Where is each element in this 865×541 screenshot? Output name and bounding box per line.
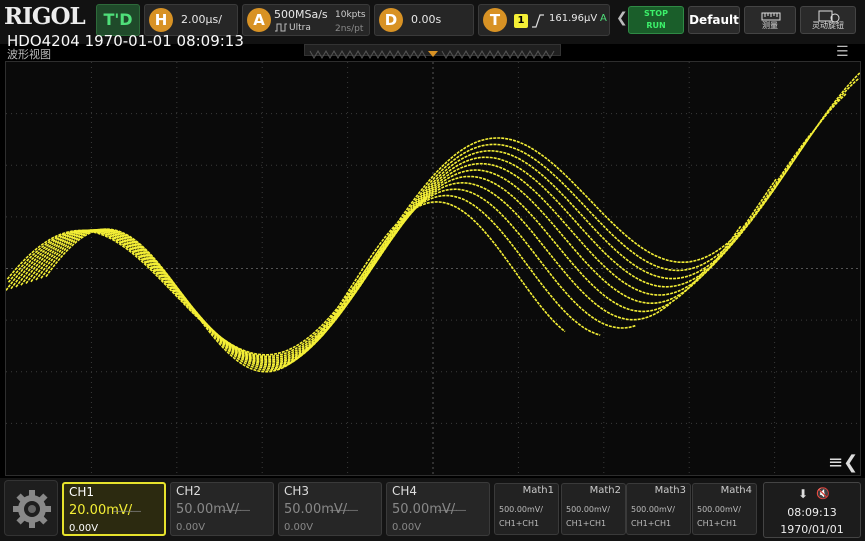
default-button[interactable]: Default xyxy=(688,6,740,34)
channel-1-box[interactable]: CH1 20.00mV/ ――― 0.00V xyxy=(62,482,166,536)
waveform-trace xyxy=(6,92,847,359)
channel-name: CH1 xyxy=(69,485,95,499)
clock-date: 1970/01/01 xyxy=(780,523,844,536)
channel-3-box[interactable]: CH3 50.00mV/ ――― 0.00V xyxy=(278,482,382,536)
coupling-icon: ――― xyxy=(113,506,141,517)
collapse-menu-icon[interactable]: ≡❮ xyxy=(828,452,858,473)
acquire-icon: A xyxy=(247,8,271,32)
gear-icon xyxy=(13,490,51,528)
waveform-trace xyxy=(30,181,672,368)
waveform-trace xyxy=(20,169,742,364)
acquire-mode-icon xyxy=(275,23,287,32)
math-scale: 500.00mV/ xyxy=(631,505,675,514)
run-stop-line1: STOP xyxy=(644,9,668,18)
run-stop-line2: RUN xyxy=(646,21,666,30)
channel-offset: 0.00V xyxy=(69,523,99,534)
speaker-muted-icon[interactable]: 🔇 xyxy=(816,487,830,500)
math-scale: 500.00mV/ xyxy=(566,505,610,514)
run-stop-button[interactable]: STOP RUN xyxy=(628,6,684,34)
channel-4-box[interactable]: CH4 50.00mV/ ――― 0.00V xyxy=(386,482,490,536)
channel-name: CH4 xyxy=(392,484,418,498)
trigger-source-badge: 1 xyxy=(514,14,528,28)
clock-time: 08:09:13 xyxy=(787,506,837,519)
math-source: CH1+CH1 xyxy=(566,519,607,528)
delay-value: 0.00s xyxy=(411,13,442,26)
trigger-icon: T xyxy=(483,8,507,32)
measure-label: 测量 xyxy=(762,21,778,30)
coupling-icon: ――― xyxy=(222,505,250,516)
sample-rate: 500MSa/s xyxy=(274,8,328,21)
knob-label: 灵动旋钮 xyxy=(812,21,844,30)
channel-name: CH3 xyxy=(284,484,310,498)
measure-button[interactable]: 测量 xyxy=(744,6,796,34)
brand-logo: RIGOL xyxy=(4,3,86,30)
horizontal-icon: H xyxy=(149,8,173,32)
trigger-button[interactable]: T 1 161.96μV A xyxy=(478,4,610,36)
knob-button[interactable]: 灵动旋钮 xyxy=(800,6,856,34)
trigger-level: 161.96μV xyxy=(549,13,598,24)
waveform-trace xyxy=(40,194,601,371)
rising-edge-icon xyxy=(532,14,544,28)
math-3-box[interactable]: Math3 500.00mV/ CH1+CH1 xyxy=(626,483,691,535)
sample-interval: 2ns/pt xyxy=(335,24,364,34)
memory-depth: 10kpts xyxy=(335,10,366,20)
bottom-toolbar: CH1 20.00mV/ ――― 0.00V CH2 50.00mV/ ――― … xyxy=(0,478,865,541)
channel-2-box[interactable]: CH2 50.00mV/ ――― 0.00V xyxy=(170,482,274,536)
math-source: CH1+CH1 xyxy=(631,519,672,528)
trigger-mode: A xyxy=(600,13,607,24)
home-button[interactable] xyxy=(4,480,58,536)
math-name: Math4 xyxy=(720,485,752,496)
horizontal-scale: 2.00μs/ xyxy=(181,13,222,26)
math-name: Math1 xyxy=(522,485,554,496)
status-panel[interactable]: ⬇ 🔇 08:09:13 1970/01/01 xyxy=(763,482,861,538)
waveform-trace xyxy=(10,132,812,361)
timebase-mode-label: T'D xyxy=(103,10,133,29)
waveform-display[interactable]: ≡❮ xyxy=(5,61,861,476)
channel-offset: 0.00V xyxy=(392,522,422,533)
math-4-box[interactable]: Math4 500.00mV/ CH1+CH1 xyxy=(692,483,757,535)
acquire-button[interactable]: A 500MSa/s Ultra 10kpts 2ns/pt xyxy=(242,4,370,36)
math-source: CH1+CH1 xyxy=(499,519,540,528)
math-scale: 500.00mV/ xyxy=(499,505,543,514)
waveform-trace xyxy=(15,162,777,363)
math-source: CH1+CH1 xyxy=(697,519,738,528)
channel-offset: 0.00V xyxy=(176,522,206,533)
math-scale: 500.00mV/ xyxy=(697,505,741,514)
waveform-canvas xyxy=(6,62,860,475)
menu-icon[interactable]: ☰ xyxy=(836,45,849,59)
math-1-box[interactable]: Math1 500.00mV/ CH1+CH1 xyxy=(494,483,559,535)
channel-offset: 0.00V xyxy=(284,522,314,533)
delay-icon: D xyxy=(379,8,403,32)
waveform-trace xyxy=(6,72,860,356)
trigger-position-marker xyxy=(309,49,555,60)
trigger-position-strip[interactable] xyxy=(304,44,561,60)
acquire-mode: Ultra xyxy=(289,23,311,33)
usb-icon: ⬇ xyxy=(798,487,809,501)
math-name: Math3 xyxy=(654,485,686,496)
channel-name: CH2 xyxy=(176,484,202,498)
chevron-left-icon[interactable]: ❮ xyxy=(616,10,628,26)
math-name: Math2 xyxy=(589,485,621,496)
math-2-box[interactable]: Math2 500.00mV/ CH1+CH1 xyxy=(561,483,626,535)
coupling-icon: ――― xyxy=(438,505,466,516)
coupling-icon: ――― xyxy=(330,505,358,516)
delay-button[interactable]: D 0.00s xyxy=(374,4,474,36)
view-title: 波形视图 xyxy=(7,48,51,61)
